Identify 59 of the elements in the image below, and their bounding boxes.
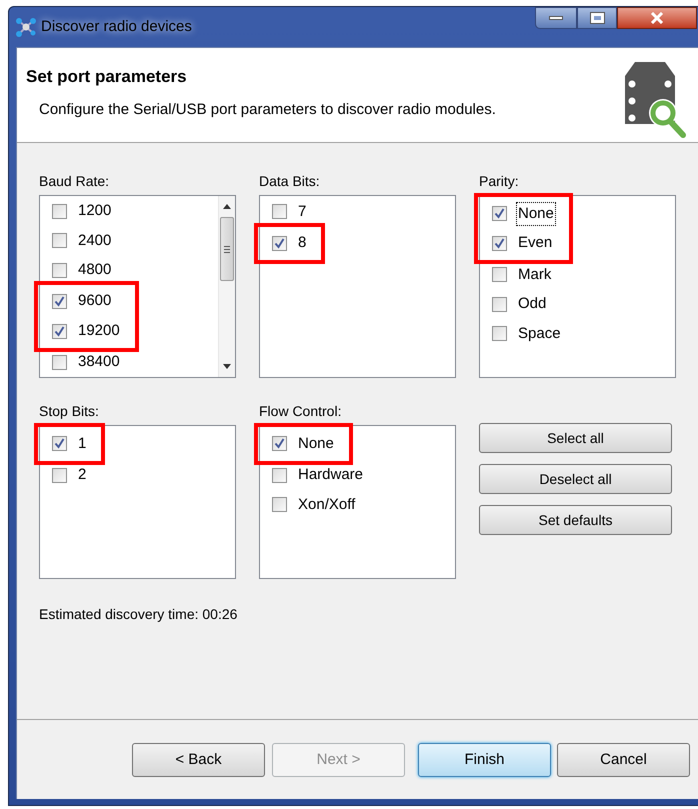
scroll-up-icon[interactable] [223, 204, 231, 209]
wizard-button[interactable]: Cancel [557, 743, 690, 777]
option-label: Odd [517, 294, 548, 314]
option-label: 7 [297, 202, 308, 222]
action-button[interactable]: Select all [479, 423, 672, 453]
option-label: 8 [297, 233, 308, 253]
page-title: Set port parameters [26, 66, 188, 88]
checkbox[interactable] [272, 468, 287, 483]
close-icon [650, 12, 664, 24]
checkbox[interactable] [52, 354, 67, 370]
checkbox[interactable] [492, 236, 507, 251]
option-label: Mark [517, 264, 552, 284]
option-label: 9600 [77, 291, 112, 312]
wizard-button[interactable]: Finish [418, 743, 551, 777]
checkbox[interactable] [52, 204, 67, 220]
molecule-icon [15, 16, 37, 38]
option-label: 38400 [77, 352, 121, 372]
checkbox[interactable] [492, 206, 507, 222]
option-label: Xon/Xoff [297, 494, 356, 514]
option-label: Hardware [297, 465, 364, 485]
checkbox[interactable] [492, 326, 507, 342]
checkbox[interactable] [492, 267, 507, 282]
wizard-button[interactable]: < Back [132, 743, 265, 777]
checkbox[interactable] [52, 294, 67, 309]
action-button[interactable]: Deselect all [479, 464, 672, 494]
close-button[interactable] [617, 7, 697, 29]
checkbox[interactable] [272, 236, 287, 251]
discovery-time-estimate: Estimated discovery time: 00:26 [39, 605, 238, 624]
option-label: 2400 [77, 230, 112, 251]
group-label: Flow Control: [259, 402, 342, 421]
option-label: 19200 [77, 320, 121, 341]
window-title: Discover radio devices [41, 16, 192, 37]
checkbox[interactable] [272, 497, 287, 512]
checkbox[interactable] [52, 436, 67, 452]
group-label: Stop Bits: [39, 402, 99, 421]
checkbox[interactable] [52, 468, 67, 483]
option-label: 2 [77, 465, 88, 485]
option-label: None [297, 434, 335, 454]
checkbox[interactable] [492, 296, 507, 312]
page-description: Configure the Serial/USB port parameters to discover radio modules. [39, 100, 496, 120]
option-label: Space [517, 324, 562, 344]
checkbox[interactable] [52, 262, 67, 278]
option-label: Even [517, 233, 554, 253]
minimize-button[interactable] [535, 7, 577, 29]
option-label: 4800 [77, 260, 112, 280]
checkbox[interactable] [52, 324, 67, 338]
scrollbar[interactable] [218, 196, 235, 377]
checkbox[interactable] [272, 436, 287, 452]
group-label: Parity: [479, 172, 519, 191]
group-label: Data Bits: [259, 172, 320, 191]
scroll-down-icon[interactable] [223, 364, 231, 369]
checkbox[interactable] [272, 204, 287, 220]
option-label: None [517, 202, 555, 225]
option-label: 1200 [77, 201, 112, 222]
checkbox[interactable] [52, 233, 67, 248]
option-label: 1 [77, 434, 88, 454]
maximize-button[interactable] [577, 7, 617, 29]
group-label: Baud Rate: [39, 172, 110, 191]
action-button[interactable]: Set defaults [479, 505, 672, 535]
